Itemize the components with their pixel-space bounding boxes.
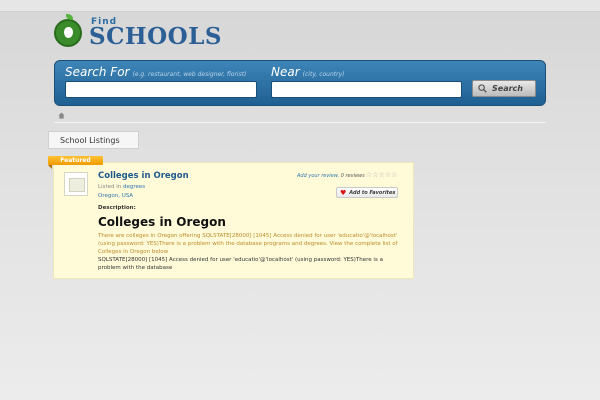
near-input[interactable] <box>271 81 462 98</box>
review-count: 0 reviews <box>340 173 365 179</box>
description-heading: Colleges in Oregon <box>98 215 226 229</box>
site-logo[interactable]: Find SCHOOLS <box>54 14 234 50</box>
home-icon[interactable] <box>58 112 65 119</box>
near-label: Near (city, country) <box>271 65 345 79</box>
tab-school-listings[interactable]: School Listings <box>48 131 139 149</box>
listing-category: Listed in degrees <box>98 184 146 190</box>
description-error-text: SQLSTATE[28000] [1045] Access denied for… <box>98 257 383 271</box>
category-link[interactable]: degrees <box>123 184 145 190</box>
listing-location: Oregon, USA <box>98 193 134 199</box>
review-info: Add your review, 0 reviews <box>297 173 365 179</box>
near-hint: (city, country) <box>302 71 345 78</box>
divider <box>54 122 546 123</box>
heart-icon: ♥ <box>340 188 347 197</box>
listing-thumbnail[interactable] <box>64 172 88 196</box>
add-review-link[interactable]: Add your review, <box>297 173 339 179</box>
search-button-label: Search <box>492 84 523 93</box>
search-bar: Search For (e.g. restaurant, web designer… <box>54 60 546 106</box>
search-for-input[interactable] <box>65 81 257 98</box>
star-icon: ☆ <box>391 171 398 179</box>
apple-icon <box>54 19 82 47</box>
description-intro-text: There are colleges in Oregon offering SQ… <box>98 233 398 255</box>
tab-school-listings-label: School Listings <box>60 135 120 145</box>
listing-title-link[interactable]: Colleges in Oregon <box>98 171 189 181</box>
search-for-hint: (e.g. restaurant, web designer, florist) <box>132 71 247 78</box>
rating-stars: ☆ ☆ ☆ ☆ ☆ <box>366 171 397 179</box>
magnifier-icon <box>478 84 487 93</box>
add-to-favorites-label: Add to Favorites <box>349 189 396 196</box>
featured-badge-fold <box>48 165 52 169</box>
search-button[interactable]: Search <box>472 80 536 97</box>
top-strip <box>0 0 600 12</box>
featured-badge: Featured <box>48 156 103 165</box>
search-for-label: Search For (e.g. restaurant, web designer… <box>65 65 247 79</box>
description-label: Description: <box>98 205 136 211</box>
add-to-favorites-button[interactable]: ♥ Add to Favorites <box>336 187 398 198</box>
logo-schools-text: SCHOOLS <box>89 23 222 50</box>
